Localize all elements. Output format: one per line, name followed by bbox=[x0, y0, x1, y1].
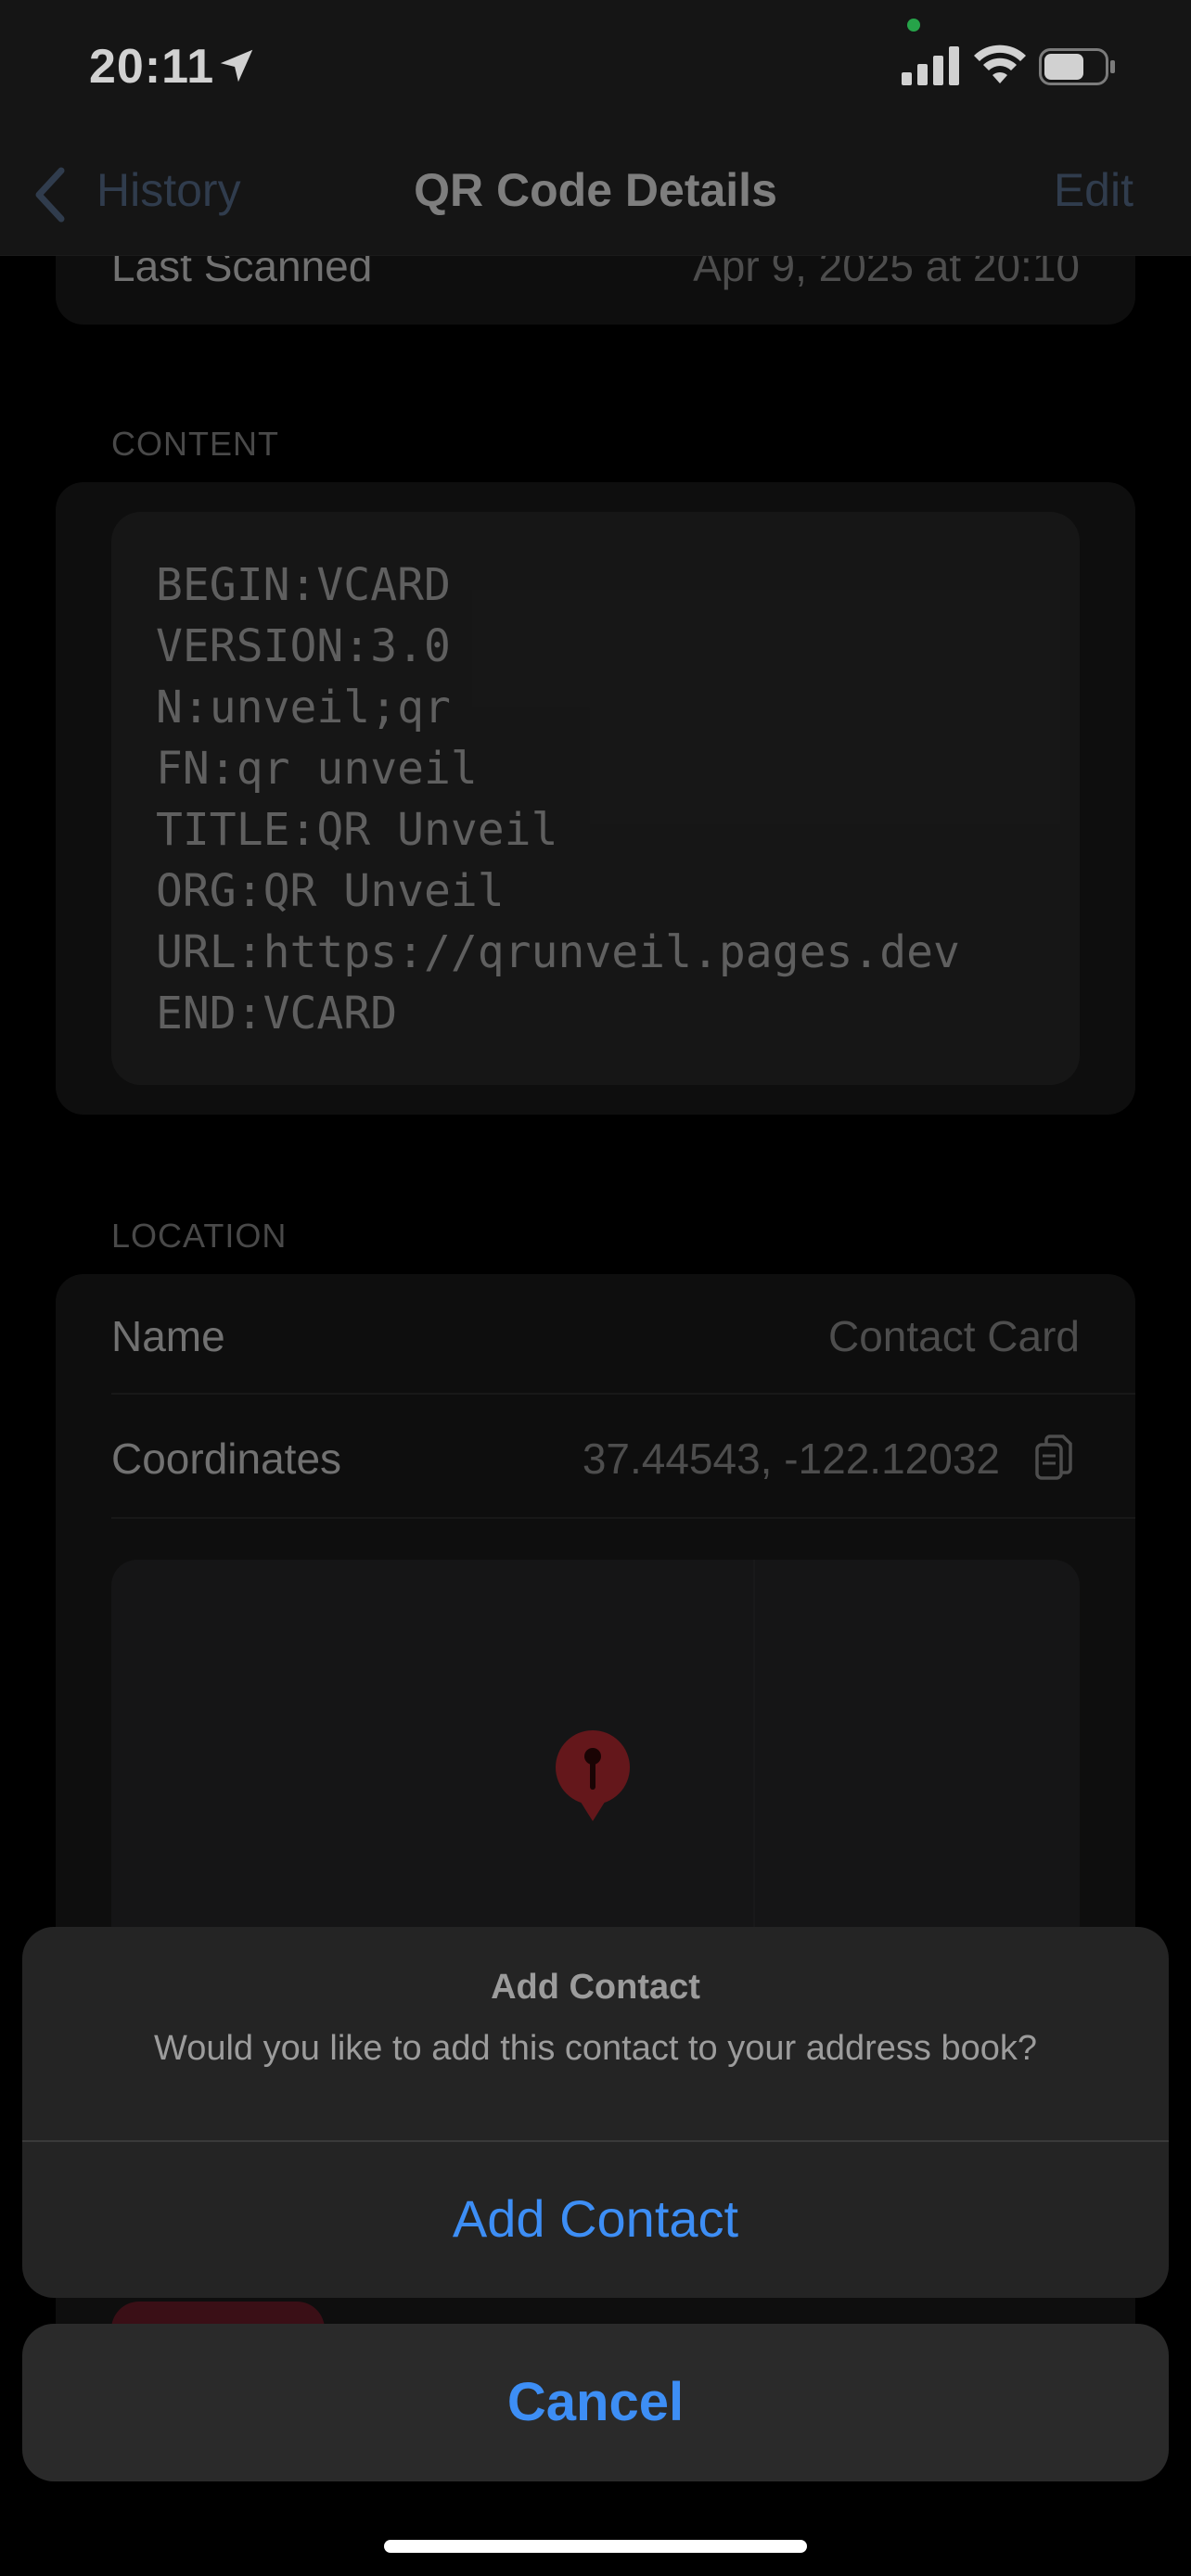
action-sheet: Add Contact Would you like to add this c… bbox=[22, 1927, 1169, 2298]
action-sheet-title: Add Contact bbox=[491, 1968, 700, 2007]
home-indicator[interactable] bbox=[384, 2540, 807, 2553]
cancel-button[interactable]: Cancel bbox=[22, 2324, 1169, 2481]
action-sheet-message: Would you like to add this contact to yo… bbox=[154, 2029, 1037, 2068]
add-contact-button[interactable]: Add Contact bbox=[22, 2140, 1169, 2298]
